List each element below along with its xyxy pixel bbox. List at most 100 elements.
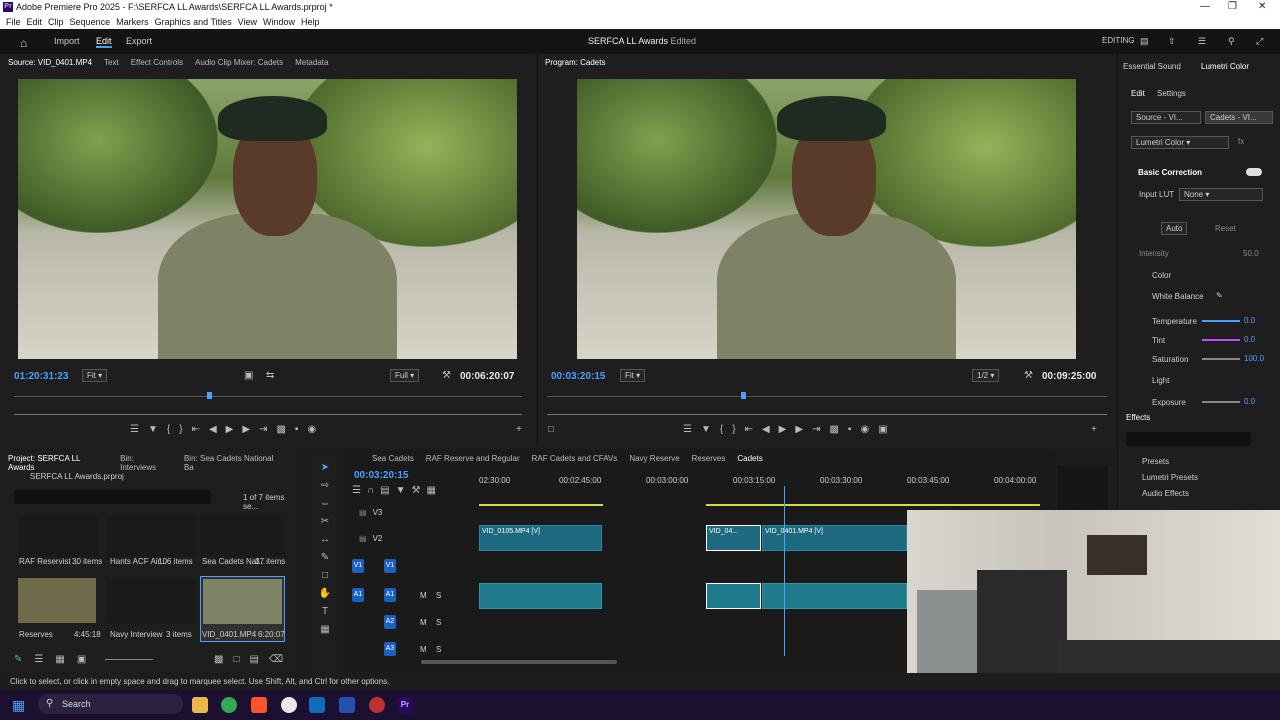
mark-in-icon[interactable]: ☰	[130, 424, 139, 435]
target-clip-button[interactable]: Cadets - VI...	[1205, 111, 1273, 124]
go-to-out-icon[interactable]: ⇥	[259, 424, 267, 435]
extract-icon[interactable]: ▪	[848, 424, 852, 435]
tab-effect-controls[interactable]: Effect Controls	[131, 58, 183, 67]
premiere-taskbar-icon[interactable]: Pr	[397, 697, 413, 713]
in-bracket-icon[interactable]: {	[167, 424, 170, 435]
tab-seq-navy-reserve[interactable]: Navy Reserve	[629, 454, 679, 463]
saturation-value[interactable]: 100.0	[1244, 354, 1264, 363]
work-area-bar[interactable]	[706, 504, 1040, 506]
source-zoom-bar[interactable]	[14, 414, 522, 415]
export-tab[interactable]: Export	[126, 36, 152, 46]
track-label-a3[interactable]: A3	[384, 642, 396, 656]
timeline-playhead[interactable]	[784, 486, 785, 656]
pen-icon[interactable]: ✎	[321, 552, 329, 563]
wrench-icon[interactable]: ⚒	[412, 485, 421, 496]
track-label-v3[interactable]: V3	[373, 508, 383, 517]
add-button-icon[interactable]: +	[1091, 424, 1097, 435]
source-clip-button[interactable]: Source - VI...	[1131, 111, 1201, 124]
saturation-slider[interactable]	[1202, 358, 1240, 360]
camera-icon[interactable]: ◉	[860, 424, 869, 435]
panels-icon[interactable]: ☰	[1198, 36, 1206, 47]
work-area-bar[interactable]	[479, 504, 603, 506]
program-ruler[interactable]	[547, 396, 1107, 397]
automate-icon[interactable]: ▩	[214, 654, 223, 665]
pencil-icon[interactable]: ✎	[14, 654, 22, 665]
reset-button[interactable]: Reset	[1215, 224, 1236, 233]
intensity-value[interactable]: 50.0	[1243, 249, 1259, 258]
go-to-out-icon[interactable]: ⇥	[812, 424, 820, 435]
play-icon[interactable]: ▶	[779, 424, 787, 435]
source-drag-icon[interactable]: ⇆	[266, 370, 274, 381]
menu-clip[interactable]: Clip	[48, 17, 64, 27]
program-playhead[interactable]	[741, 392, 746, 399]
thumb-navy-interview[interactable]	[106, 578, 196, 623]
start-icon[interactable]: ▦	[12, 697, 25, 714]
workspaces-icon[interactable]: ▤	[1140, 36, 1149, 47]
tab-bin-sea-cadets[interactable]: Bin: Sea Cadets National Ba	[184, 454, 285, 472]
nest-icon[interactable]: ☰	[352, 485, 361, 496]
tab-text[interactable]: Text	[104, 58, 119, 67]
menu-edit[interactable]: Edit	[27, 17, 43, 27]
exposure-value[interactable]: 0.0	[1244, 397, 1255, 406]
track-label-a1[interactable]: A1	[384, 588, 396, 602]
share-icon[interactable]: ⇧	[1168, 36, 1176, 47]
solo-toggle[interactable]: S	[436, 618, 441, 627]
go-to-in-icon[interactable]: ⇤	[192, 424, 200, 435]
source-timecode[interactable]: 01:20:31:23	[14, 371, 68, 382]
hand-icon[interactable]: ✋	[319, 588, 331, 599]
fx-icon[interactable]: fx	[1238, 137, 1244, 146]
mute-toggle[interactable]: M	[420, 645, 427, 654]
program-timecode[interactable]: 00:03:20:15	[551, 371, 605, 382]
menu-file[interactable]: File	[6, 17, 21, 27]
captions-icon[interactable]: ▦	[426, 485, 435, 496]
go-to-in-icon[interactable]: ⇤	[745, 424, 753, 435]
source-playhead[interactable]	[207, 392, 212, 399]
bin-thumb-sea-cadets[interactable]	[200, 515, 285, 557]
import-tab[interactable]: Import	[54, 36, 80, 46]
tab-seq-sea-cadets[interactable]: Sea Cadets	[372, 454, 414, 463]
marker-icon[interactable]: ▼	[701, 424, 711, 435]
new-item-icon[interactable]: ▤	[250, 654, 259, 665]
subtab-edit[interactable]: Edit	[1131, 89, 1145, 98]
caption-icon[interactable]: ▦	[320, 624, 329, 635]
thumb-reserves[interactable]	[18, 578, 96, 623]
effects-item-lumetri-presets[interactable]: Lumetri Presets	[1142, 473, 1198, 482]
fullscreen-icon[interactable]: ⤢	[1256, 36, 1263, 47]
in-bracket-icon[interactable]: {	[720, 424, 723, 435]
program-quality-select[interactable]: 1/2 ▾	[972, 369, 1000, 382]
slip-icon[interactable]: ↔	[320, 534, 330, 545]
temperature-slider[interactable]	[1202, 320, 1240, 322]
file-explorer-icon[interactable]	[192, 697, 208, 713]
basic-correction-toggle[interactable]	[1246, 168, 1262, 176]
word-icon[interactable]	[339, 697, 355, 713]
menu-help[interactable]: Help	[301, 17, 320, 27]
effect-select[interactable]: Lumetri Color ▾	[1131, 136, 1229, 149]
exposure-slider[interactable]	[1202, 401, 1240, 403]
type-icon[interactable]: T	[322, 606, 328, 617]
workspace-label[interactable]: EDITING	[1102, 36, 1134, 45]
tab-seq-raf-cadets[interactable]: RAF Cadets and CFAVs	[532, 454, 618, 463]
basic-correction-header[interactable]: Basic Correction	[1138, 168, 1202, 177]
light-section-header[interactable]: Light	[1152, 376, 1169, 385]
taskbar-search[interactable]: ⚲ Search	[38, 694, 183, 714]
step-forward-icon[interactable]: ▶	[795, 424, 803, 435]
track-select-icon[interactable]: ⇨	[321, 480, 329, 491]
step-back-icon[interactable]: ◀	[209, 424, 217, 435]
ripple-edit-icon[interactable]: ⇔	[320, 498, 330, 509]
source-ruler[interactable]	[14, 396, 522, 397]
tab-essential-sound[interactable]: Essential Sound	[1123, 62, 1181, 71]
tab-seq-raf-reserve[interactable]: RAF Reserve and Regular	[426, 454, 520, 463]
lock-icon[interactable]: ▤	[359, 534, 367, 543]
overwrite-icon[interactable]: ▪	[295, 424, 299, 435]
temperature-value[interactable]: 0.0	[1244, 316, 1255, 325]
menu-window[interactable]: Window	[263, 17, 295, 27]
brave-icon[interactable]	[251, 697, 267, 713]
close-icon[interactable]: ✕	[1258, 1, 1266, 12]
media-icon[interactable]	[369, 697, 385, 713]
source-wrench-icon[interactable]: ⚒	[442, 370, 451, 381]
menu-markers[interactable]: Markers	[116, 17, 149, 27]
timeline-timecode[interactable]: 00:03:20:15	[354, 470, 408, 481]
freeform-view-icon[interactable]: ▣	[77, 654, 86, 665]
tab-bin-interviews[interactable]: Bin: Interviews	[120, 454, 172, 472]
out-bracket-icon[interactable]: }	[732, 424, 735, 435]
